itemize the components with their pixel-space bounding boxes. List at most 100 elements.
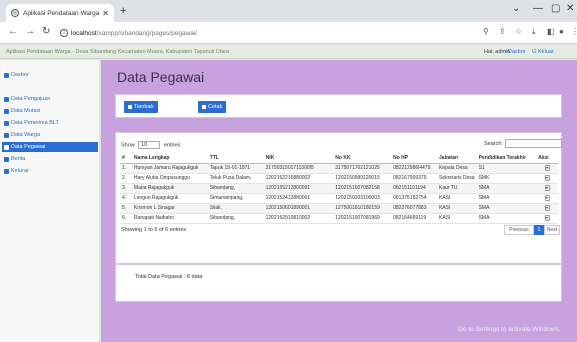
page-1-button[interactable]: 1: [534, 225, 544, 235]
table-cell: Tapuk 15-01-1971: [207, 163, 264, 174]
dropdown-icon[interactable]: ▾: [544, 205, 550, 211]
col-header[interactable]: No KK: [333, 153, 392, 164]
forward-icon[interactable]: →: [25, 26, 35, 37]
table-cell: Sibandang,: [207, 213, 264, 224]
sidebar-item-mutasi[interactable]: Data Mutasi: [4, 106, 98, 116]
close-icon[interactable]: ✕: [102, 9, 109, 18]
bookmark-star-icon[interactable]: ☆: [515, 27, 522, 36]
window-close-button[interactable]: ✕: [566, 3, 574, 14]
back-icon[interactable]: ←: [8, 26, 18, 37]
menu-icon[interactable]: ⋮: [571, 27, 577, 36]
info-icon[interactable]: i: [60, 29, 68, 37]
search-input[interactable]: [505, 139, 562, 148]
star-icon: [4, 168, 9, 174]
table-cell: KASI: [437, 193, 477, 204]
action-cell: ▾: [536, 173, 558, 184]
table-card: Show 10 entries Search: # Nama Lengkap T…: [115, 132, 562, 264]
page-title: Data Pegawai: [117, 69, 205, 85]
url-input[interactable]: i localhost /xampp/sibandang/pages/pegaw…: [60, 25, 470, 41]
dropdown-icon[interactable]: ▾: [544, 185, 550, 191]
table-cell: Ranapati Naibaho: [131, 213, 208, 224]
tab-title: Aplikasi Pendataan Warga: [23, 9, 100, 17]
table-cell: Hursyan Jamaru Rajagukguk: [131, 163, 208, 174]
table-cell: SMA: [476, 213, 537, 224]
table-cell: 082167909379: [391, 173, 438, 184]
news-icon: [4, 156, 9, 162]
profile-icon[interactable]: ●: [559, 27, 564, 36]
show-label: Show: [121, 142, 135, 149]
sidebar-item-dasbor[interactable]: Dasbor: [4, 70, 98, 80]
dropdown-icon[interactable]: ▾: [544, 175, 550, 181]
col-header[interactable]: #: [120, 153, 132, 164]
url-host: localhost: [71, 29, 97, 37]
sidebar-item-pengajuan[interactable]: Data Pengajuan: [4, 94, 98, 104]
print-icon: [202, 105, 206, 109]
sidebar-item-label: Dasbor: [11, 72, 29, 78]
download-icon[interactable]: ⤓: [532, 27, 536, 37]
add-button[interactable]: Tambah: [124, 101, 158, 113]
tab-search-icon[interactable]: ⌄: [512, 3, 520, 14]
table-cell: 3175031501711500I5: [263, 163, 334, 174]
table-cell: 082276077883: [391, 203, 438, 214]
table-row: 1. Hursyan Jamaru Rajagukguk Tapuk 15-01-1…: [120, 163, 558, 174]
table-cell: Simanampang,: [207, 193, 264, 204]
col-header[interactable]: No HP: [391, 153, 438, 164]
col-header[interactable]: TTL: [207, 153, 264, 164]
previous-button[interactable]: Previous: [504, 225, 534, 235]
dashboard-link-label: Dasbor: [507, 49, 526, 55]
table-cell: 3.: [120, 183, 132, 194]
table-header-row: # Nama Lengkap TTL NIK No KK No HP Jabat…: [120, 153, 558, 164]
table-info: Showing 1 to 6 of 6 entries: [121, 227, 187, 233]
sidebar-item-label: Berita: [11, 156, 26, 162]
action-cell: ▾: [536, 203, 558, 214]
table-cell: Kepala Desa: [437, 163, 477, 174]
table-cell: 082151101194: [391, 183, 438, 194]
globe-icon: ◎: [11, 9, 19, 17]
browser-tab[interactable]: ◎ Aplikasi Pendataan Warga ✕: [6, 4, 114, 22]
table-cell: SMA: [476, 193, 537, 204]
maximize-button[interactable]: ▢: [551, 3, 560, 14]
zoom-icon[interactable]: ⚲: [483, 27, 489, 36]
col-header[interactable]: Nama Lengkap: [131, 153, 208, 164]
table-cell: SMA: [476, 203, 537, 214]
reload-icon[interactable]: ↻: [42, 26, 50, 37]
toolbar-card: Tambah Cetak: [115, 94, 562, 118]
sidebar-item-pegawai[interactable]: Data Pegawai: [2, 142, 98, 152]
dropdown-icon[interactable]: ▾: [544, 215, 550, 221]
dropdown-icon[interactable]: ▾: [544, 195, 550, 201]
pegawai-table: # Nama Lengkap TTL NIK No KK No HP Jabat…: [120, 153, 558, 224]
table-cell: 082164669119: [391, 213, 438, 224]
table-cell: 1202152216880002: [263, 173, 334, 184]
browser-tab-strip: ◎ Aplikasi Pendataan Warga ✕ + ⌄ — ▢ ✕: [0, 0, 577, 22]
entries-select[interactable]: 10: [138, 141, 161, 149]
sidebar-item-kelurar[interactable]: Kelurar: [4, 166, 98, 176]
table-cell: 1275061810180159: [333, 203, 392, 214]
sidepanel-icon[interactable]: ◧: [547, 27, 555, 36]
dashboard-link[interactable]: ⌂ Dasbor: [503, 49, 526, 55]
new-tab-button[interactable]: +: [120, 5, 126, 17]
minimize-button[interactable]: —: [533, 3, 543, 14]
sidebar-item-berita[interactable]: Berita: [4, 154, 98, 164]
col-header[interactable]: Pendidikan Terakhir: [476, 153, 537, 164]
table-row: 6. Ranapati Naibaho Sibandang, 120215291081…: [120, 213, 558, 224]
print-button-label: Cetak: [208, 104, 223, 110]
action-cell: ▾: [536, 213, 558, 224]
col-header[interactable]: NIK: [263, 153, 334, 164]
total-card: [115, 264, 562, 302]
sidebar-item-warga[interactable]: Data Warga: [4, 130, 98, 140]
table-cell: 3175071702121025: [333, 163, 392, 174]
table-row: 5. Krismon L Sinagar Silali, 12021506018900…: [120, 203, 558, 214]
sidebar-item-blt[interactable]: Data Penerima BLT: [4, 118, 98, 128]
sidebar-item-label: Data Pegawai: [11, 144, 46, 150]
logout-link[interactable]: ⏻ Keluar: [532, 49, 554, 56]
table-cell: 1202150601890001: [263, 203, 334, 214]
dropdown-icon[interactable]: ▾: [544, 165, 550, 171]
col-header[interactable]: Jabatan: [437, 153, 477, 164]
share-icon[interactable]: ⇪: [499, 27, 506, 36]
print-button[interactable]: Cetak: [198, 101, 227, 113]
next-button[interactable]: Next: [544, 225, 560, 235]
windows-activation-watermark: Go to Settings to activate Windows.: [458, 326, 561, 333]
table-icon: [4, 144, 9, 150]
col-header[interactable]: Aksi: [536, 153, 558, 164]
table-row: 4. Lenguo Rajagukguk Simanampang, 120215241…: [120, 193, 558, 204]
